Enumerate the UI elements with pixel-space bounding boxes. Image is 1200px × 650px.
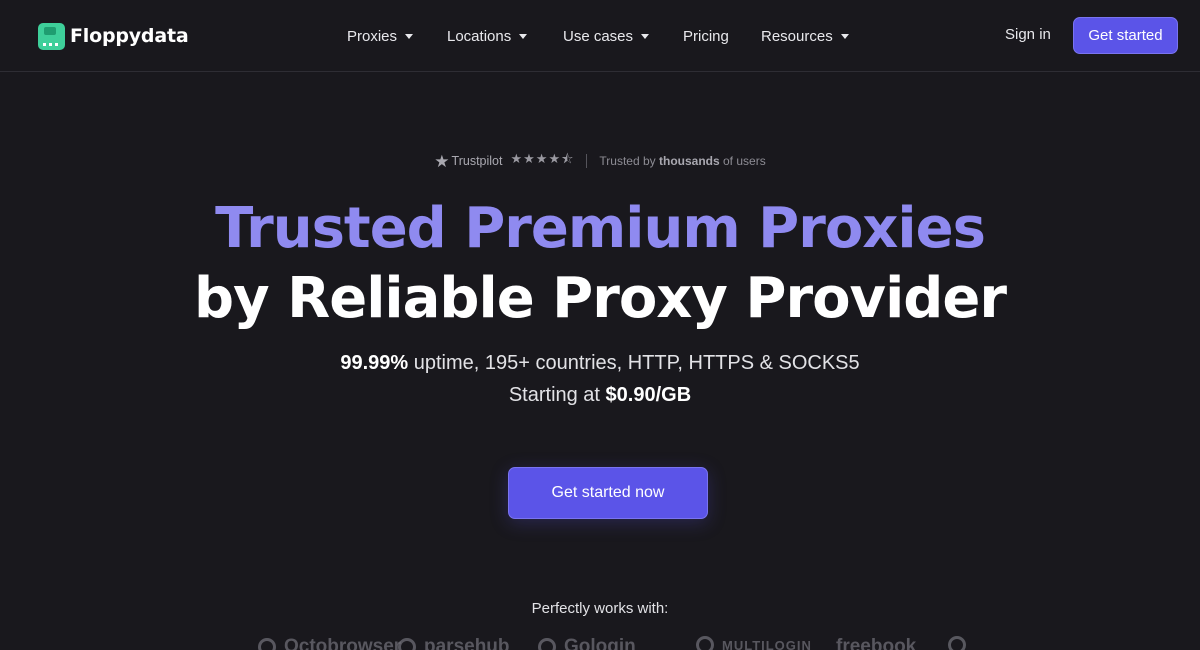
nav-item-label: Proxies xyxy=(347,27,398,45)
parsehub-logo: parsehub xyxy=(398,636,510,650)
site-header: Floppydata Proxies Locations Use cases P… xyxy=(0,0,1200,72)
gologin-logo: Gologin xyxy=(538,636,636,650)
rating-stars: ★★★★⯪ xyxy=(510,151,575,166)
trustpilot-star-icon: ★ xyxy=(434,151,450,171)
divider xyxy=(586,154,588,168)
get-started-now-button[interactable]: Get started now xyxy=(508,467,708,519)
nav-item-label: Resources xyxy=(761,27,833,45)
freebook-logo: freebook xyxy=(836,636,917,650)
chevron-down-icon xyxy=(519,33,528,39)
hero-subtitle-price: Starting at $0.90/GB xyxy=(508,384,692,406)
partner-logos: Octobrowser parsehub Gologin MULTILOGIN … xyxy=(0,636,1200,650)
trustpilot-link[interactable]: ★ Trustpilot xyxy=(434,153,502,170)
logo-text: Floppydata xyxy=(70,25,189,47)
chevron-down-icon xyxy=(840,33,849,39)
hero-subtitle-features: 99.99% uptime, 195+ countries, HTTP, HTT… xyxy=(340,352,860,374)
hero-title-line-2: by Reliable Proxy Provider xyxy=(194,266,1007,331)
hero-title-line-1: Trusted Premium Proxies xyxy=(215,196,986,261)
nav-item-label: Pricing xyxy=(683,27,729,45)
octo-browser-logo: Octobrowser xyxy=(258,636,401,650)
trusted-by-text: Trusted by thousands of users xyxy=(599,154,766,168)
nav-item-resources[interactable]: Resources xyxy=(761,28,849,45)
get-started-button[interactable]: Get started xyxy=(1073,17,1178,54)
nav-item-use-cases[interactable]: Use cases xyxy=(563,27,650,45)
trust-bar: ★ Trustpilot ★★★★⯪ Trusted by thousands … xyxy=(0,150,1200,172)
nav-item-locations[interactable]: Locations xyxy=(447,27,528,45)
nav-item-proxies[interactable]: Proxies xyxy=(347,27,414,45)
logo[interactable]: Floppydata xyxy=(38,20,189,52)
nav-item-label: Use cases xyxy=(563,27,634,45)
floppy-disk-icon xyxy=(38,22,65,50)
chevron-down-icon xyxy=(641,33,650,39)
sign-in-link[interactable]: Sign in xyxy=(1005,26,1051,43)
chevron-down-icon xyxy=(405,33,414,39)
works-with-label: Perfectly works with: xyxy=(531,600,669,617)
page: Floppydata Proxies Locations Use cases P… xyxy=(0,0,1200,650)
nav-item-pricing[interactable]: Pricing xyxy=(683,28,729,45)
multilogin-logo: MULTILOGIN xyxy=(696,636,812,650)
nav-item-label: Locations xyxy=(447,27,512,45)
partner-logo xyxy=(948,636,974,650)
trustpilot-label: Trustpilot xyxy=(451,154,503,168)
